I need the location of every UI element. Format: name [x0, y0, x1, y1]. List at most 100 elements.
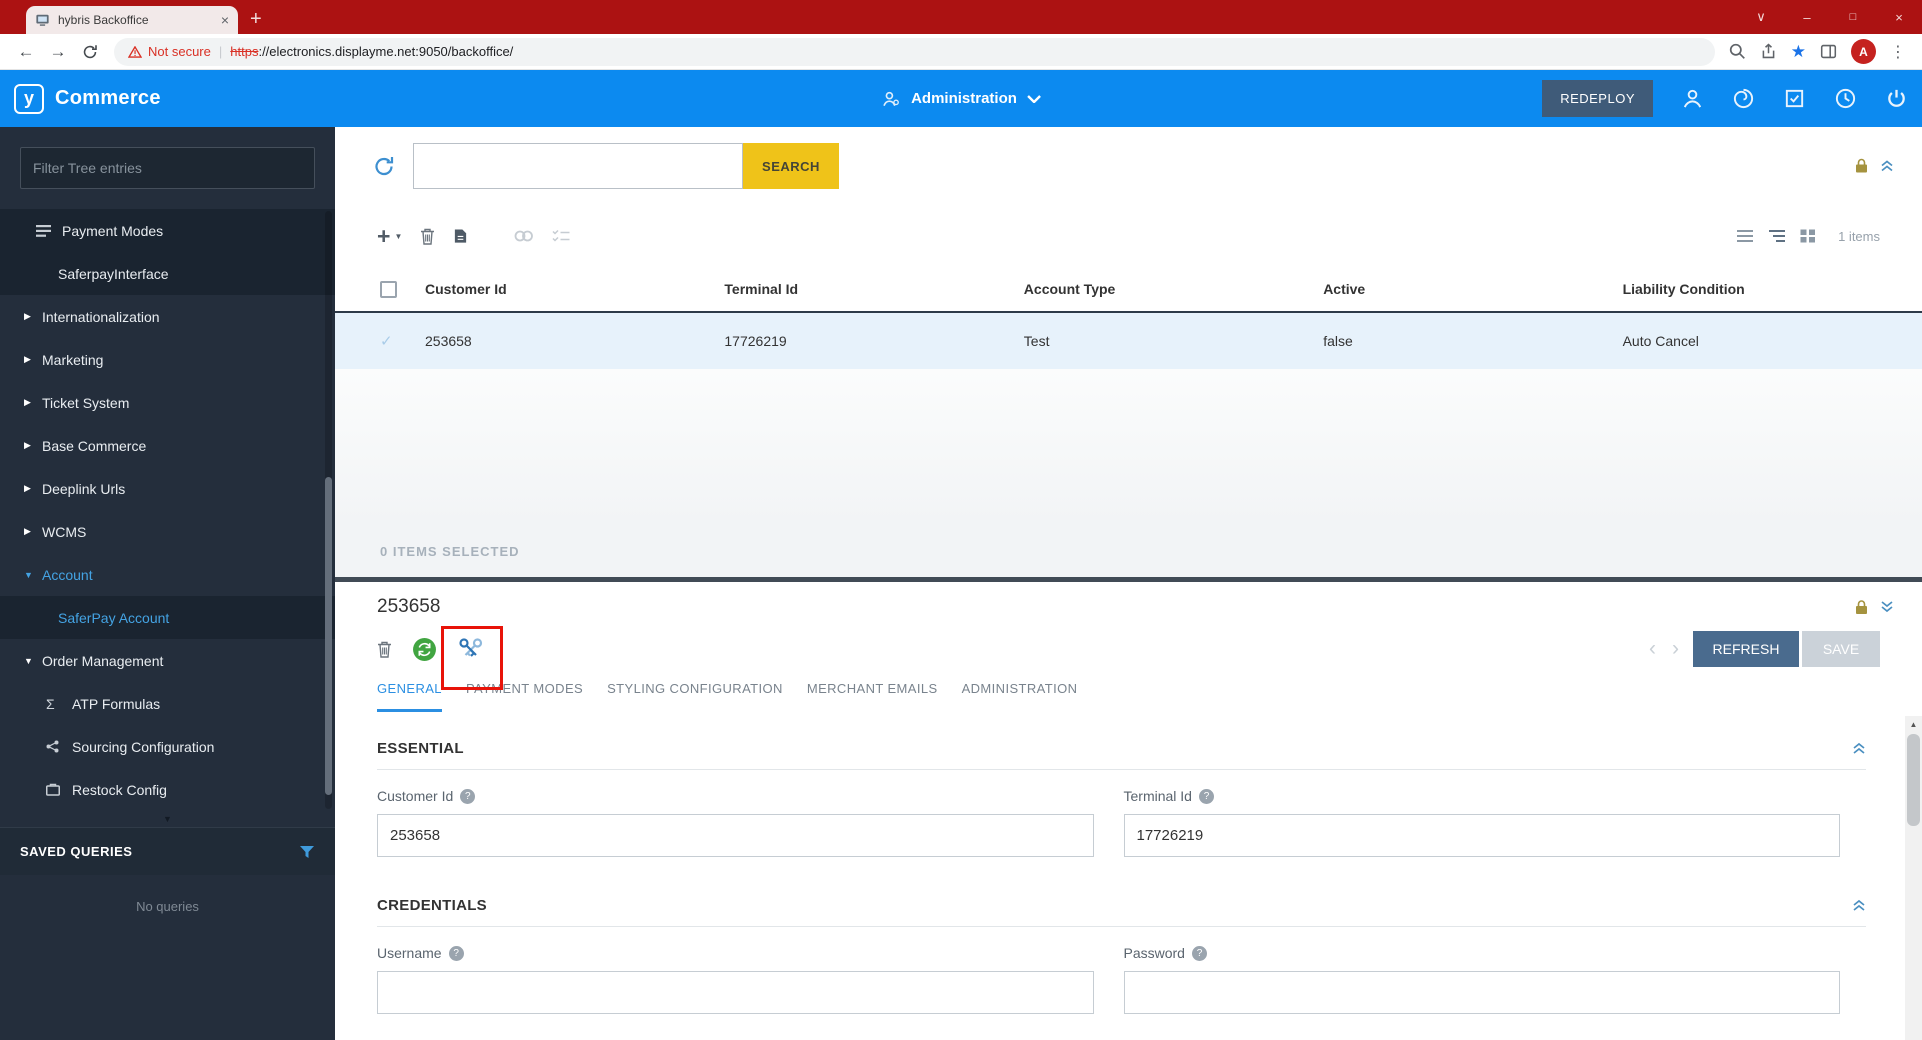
view-list-icon[interactable] [1736, 229, 1754, 243]
expanded-arrow-icon[interactable]: ▼ [24, 656, 42, 666]
delete-icon[interactable] [377, 641, 392, 658]
column-header-active[interactable]: Active [1323, 281, 1622, 297]
sidebar-item-ticket-system[interactable]: ▶ Ticket System [0, 381, 335, 424]
filter-funnel-icon[interactable] [299, 845, 315, 859]
back-button[interactable]: ← [10, 37, 42, 67]
collapsed-arrow-icon[interactable]: ▶ [24, 526, 42, 537]
sidebar-item-saferpayinterface[interactable]: SaferpayInterface [0, 252, 335, 295]
reload-button[interactable] [74, 37, 106, 67]
browser-tab[interactable]: hybris Backoffice × [26, 6, 238, 34]
sidebar-item-atp-formulas[interactable]: Σ ATP Formulas [0, 682, 335, 725]
customer-id-input[interactable] [377, 814, 1094, 857]
prev-item-icon[interactable]: ‹ [1647, 637, 1658, 661]
sidebar-item-base-commerce[interactable]: ▶ Base Commerce [0, 424, 335, 467]
bookmark-star-icon[interactable]: ★ [1791, 42, 1806, 62]
terminal-id-input[interactable] [1123, 814, 1840, 857]
window-maximize-button[interactable]: □ [1830, 0, 1876, 34]
detail-scrollbar[interactable]: ▲ [1905, 716, 1922, 1040]
browser-menu-icon[interactable]: ⋮ [1890, 42, 1906, 62]
tab-styling-configuration[interactable]: STYLING CONFIGURATION [607, 678, 783, 712]
logout-power-icon[interactable] [1885, 87, 1908, 110]
sidebar-item-restock-config[interactable]: Restock Config [0, 768, 335, 811]
section-collapse-icon[interactable] [1852, 899, 1866, 912]
redeploy-button[interactable]: REDEPLOY [1542, 80, 1653, 117]
share-icon[interactable] [1760, 43, 1777, 60]
column-header-terminal-id[interactable]: Terminal Id [724, 281, 1023, 297]
tree-scroll-down-icon[interactable]: ▼ [0, 811, 335, 827]
perspective-selector[interactable]: Administration [881, 89, 1041, 109]
hybris-swirl-icon[interactable] [1732, 87, 1755, 110]
export-icon[interactable] [453, 228, 468, 244]
clock-icon[interactable] [1834, 87, 1857, 110]
lock-icon[interactable] [1855, 600, 1868, 615]
username-input[interactable] [377, 971, 1094, 1014]
new-tab-button[interactable]: + [250, 9, 262, 29]
column-header-customer-id[interactable]: Customer Id [425, 281, 724, 297]
sync-icon[interactable] [412, 637, 437, 662]
collapsed-arrow-icon[interactable]: ▶ [24, 440, 42, 451]
tab-general[interactable]: GENERAL [377, 678, 442, 712]
side-panel-icon[interactable] [1820, 43, 1837, 60]
address-bar[interactable]: Not secure | https://electronics.display… [114, 37, 1715, 66]
tab-administration[interactable]: ADMINISTRATION [962, 678, 1078, 712]
tab-favicon [35, 13, 50, 27]
lock-icon[interactable] [1855, 158, 1868, 174]
tab-search-icon[interactable]: ∨ [1738, 0, 1784, 34]
add-item-button[interactable]: + ▼ [377, 224, 402, 248]
window-minimize-button[interactable]: – [1784, 0, 1830, 34]
collapse-up-icon[interactable] [1880, 160, 1894, 173]
collapsed-arrow-icon[interactable]: ▶ [24, 311, 42, 322]
tab-merchant-emails[interactable]: MERCHANT EMAILS [807, 678, 938, 712]
sidebar-item-saferpay-account[interactable]: SaferPay Account [0, 596, 335, 639]
password-input[interactable] [1123, 971, 1840, 1014]
section-collapse-icon[interactable] [1852, 742, 1866, 755]
select-all-checkbox[interactable] [380, 280, 397, 298]
search-input[interactable] [413, 143, 743, 189]
sidebar-item-deeplink-urls[interactable]: ▶ Deeplink Urls [0, 467, 335, 510]
user-icon[interactable] [1681, 87, 1704, 110]
sidebar-item-internationalization[interactable]: ▶ Internationalization [0, 295, 335, 338]
reset-search-icon[interactable] [373, 156, 395, 176]
help-icon[interactable]: ? [1198, 788, 1214, 804]
tab-close-icon[interactable]: × [221, 13, 229, 27]
sidebar-item-sourcing-configuration[interactable]: Sourcing Configuration [0, 725, 335, 768]
tree-item-label: Restock Config [72, 781, 167, 798]
refresh-button[interactable]: REFRESH [1693, 631, 1799, 667]
window-close-button[interactable]: × [1876, 0, 1922, 34]
sidebar-item-wcms[interactable]: ▶ WCMS [0, 510, 335, 553]
sidebar-item-payment-modes[interactable]: Payment Modes [0, 209, 335, 252]
tab-payment-modes[interactable]: PAYMENT MODES [466, 678, 583, 712]
tree-filter-input[interactable] [20, 147, 315, 189]
help-icon[interactable]: ? [448, 945, 464, 961]
column-header-account-type[interactable]: Account Type [1024, 281, 1323, 297]
tasks-check-icon[interactable] [1783, 87, 1806, 110]
view-tree-icon[interactable] [1768, 229, 1786, 243]
sidebar-item-order-management[interactable]: ▼ Order Management [0, 639, 335, 682]
scrollbar-thumb[interactable] [1907, 734, 1920, 826]
tree-scrollbar-thumb[interactable] [325, 477, 332, 795]
keys-icon[interactable] [457, 636, 485, 662]
view-grid-icon[interactable] [1800, 229, 1816, 243]
help-icon[interactable]: ? [1191, 945, 1207, 961]
profile-avatar[interactable]: A [1851, 39, 1876, 64]
delete-icon[interactable] [420, 228, 435, 245]
coupling-icon[interactable] [514, 229, 534, 243]
collapsed-arrow-icon[interactable]: ▶ [24, 397, 42, 408]
table-row[interactable]: ✓ 253658 17726219 Test false Auto Cancel [335, 313, 1922, 369]
multi-edit-icon[interactable] [552, 229, 570, 243]
not-secure-chip[interactable]: Not secure [128, 44, 211, 59]
collapsed-arrow-icon[interactable]: ▶ [24, 483, 42, 494]
scrollbar-up-icon[interactable]: ▲ [1905, 716, 1922, 733]
save-button[interactable]: SAVE [1802, 631, 1880, 667]
column-header-liability-condition[interactable]: Liability Condition [1623, 281, 1922, 297]
search-button[interactable]: SEARCH [743, 143, 839, 189]
help-icon[interactable]: ? [460, 788, 476, 804]
collapsed-arrow-icon[interactable]: ▶ [24, 354, 42, 365]
next-item-icon[interactable]: › [1670, 637, 1681, 661]
zoom-icon[interactable] [1729, 43, 1746, 60]
sidebar-item-marketing[interactable]: ▶ Marketing [0, 338, 335, 381]
expanded-arrow-icon[interactable]: ▼ [24, 570, 42, 580]
forward-button[interactable]: → [42, 37, 74, 67]
sidebar-item-account[interactable]: ▼ Account [0, 553, 335, 596]
collapse-down-icon[interactable] [1880, 600, 1894, 615]
